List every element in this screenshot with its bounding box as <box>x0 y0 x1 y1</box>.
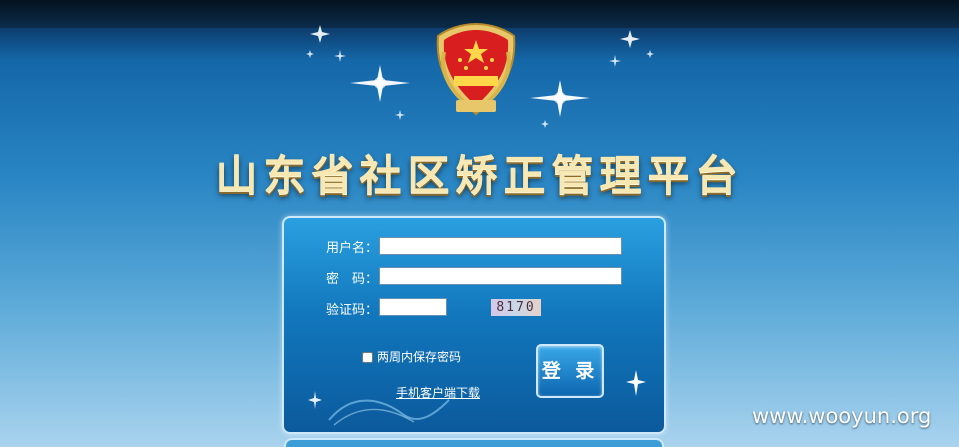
password-label: 密 码： <box>325 272 378 287</box>
panel-bottom-edge <box>284 438 664 447</box>
username-input[interactable] <box>379 237 622 255</box>
captcha-label: 验证码： <box>325 303 378 318</box>
captcha-image[interactable]: 8170 <box>491 299 541 316</box>
sparkle-small-icon <box>626 370 646 396</box>
sparkle-small-icon <box>308 391 322 409</box>
password-input[interactable] <box>379 267 622 285</box>
mobile-client-download-link[interactable]: 手机客户端下载 <box>396 384 480 401</box>
remember-checkbox[interactable] <box>362 352 373 363</box>
username-label: 用户名： <box>325 241 378 256</box>
sparkle-right-icon <box>530 30 654 128</box>
captcha-input[interactable] <box>379 298 447 316</box>
sparkle-left-icon <box>306 25 410 120</box>
remember-password[interactable]: 两周内保存密码 <box>362 348 461 365</box>
watermark: www.wooyun.org <box>752 404 932 428</box>
page-title: 山东省社区矫正管理平台 <box>215 151 744 200</box>
login-panel: 用户名： 密 码： 验证码： 8170 两周内保存密码 手机客户端下载 登 录 <box>282 216 666 434</box>
remember-label: 两周内保存密码 <box>377 350 462 364</box>
justice-emblem-icon <box>436 22 516 116</box>
login-button[interactable]: 登 录 <box>536 344 604 398</box>
